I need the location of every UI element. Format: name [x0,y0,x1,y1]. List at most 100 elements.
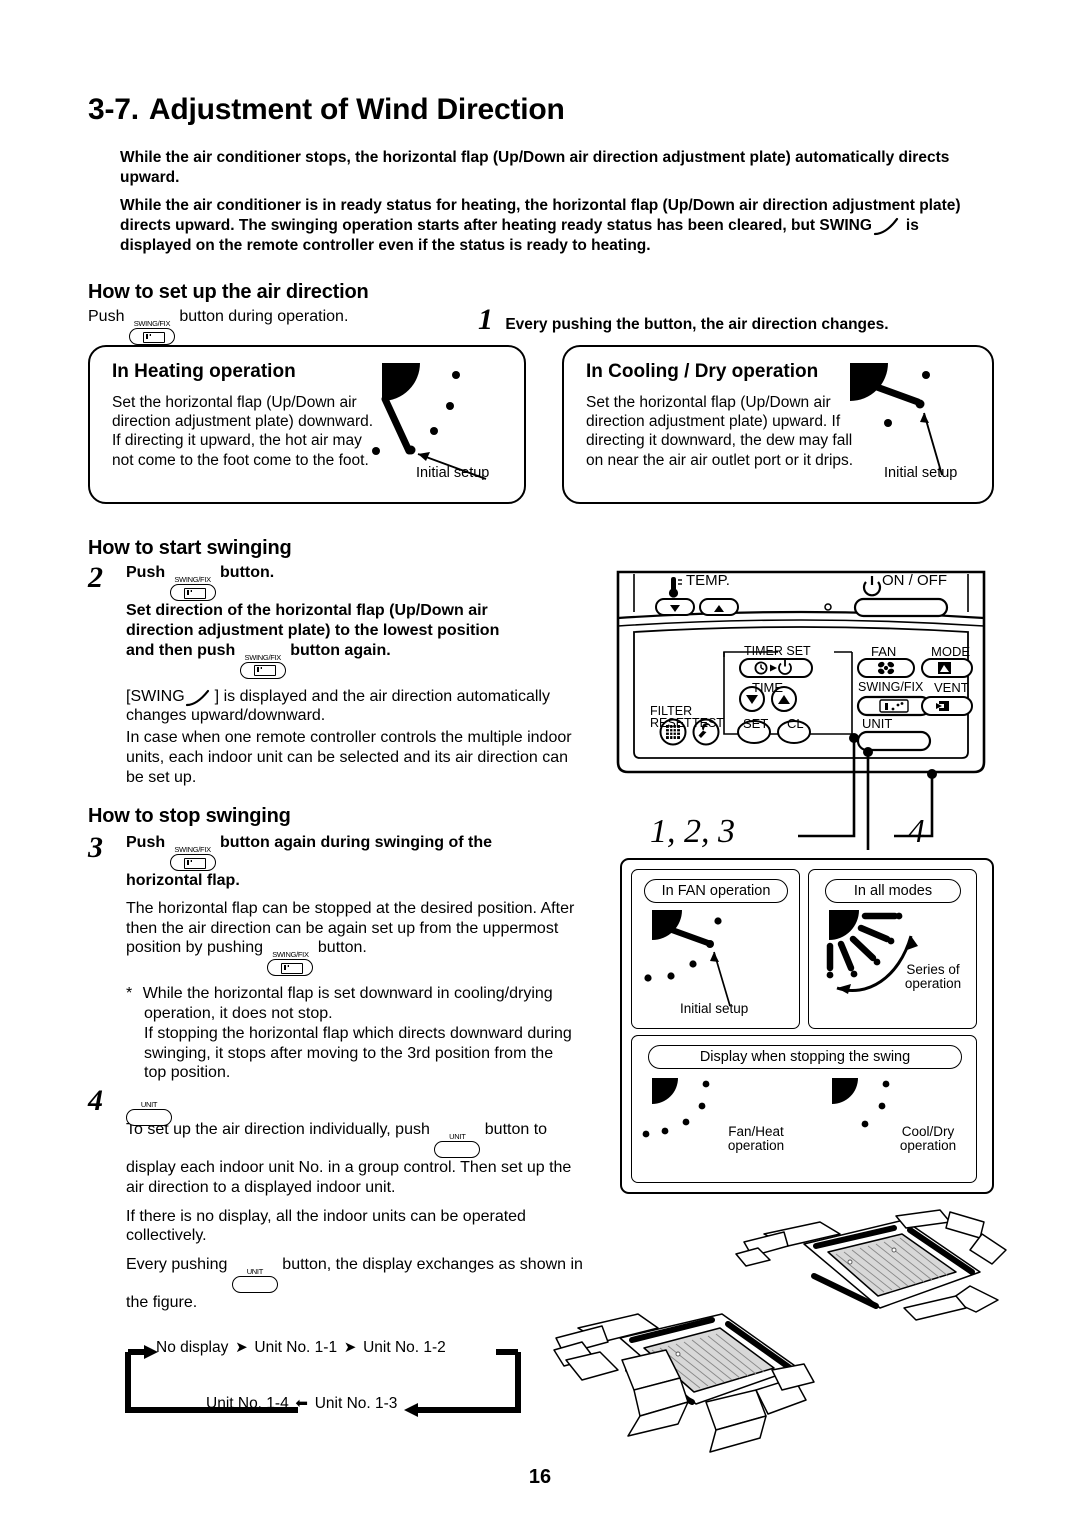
stop-swing-display-title: Display when stopping the swing [648,1045,962,1069]
step-2-line-1: Push SWING/FIX button. [126,563,588,601]
unit-button-pill [434,1141,481,1158]
series-of-operation-line2: operation [904,976,962,991]
unit-cycle-item: Unit No. 1-1 [254,1339,338,1356]
step-3-note-marker: * [126,985,133,1003]
swing-fix-button-icon[interactable]: SWING/FIX [267,950,314,977]
page-title: 3-7. Adjustment of Wind Direction [88,93,988,127]
unit-button-caption: UNIT [140,1100,158,1109]
unit-button-icon[interactable]: UNIT [126,1101,172,1126]
heating-initial-setup-label: Initial setup [416,465,490,481]
step-3-paragraph-1: The horizontal flap can be stopped at th… [126,899,581,977]
cooling-box-body: Set the horizontal flap (Up/Down air dir… [586,394,854,469]
series-of-operation-line1: Series of [906,962,960,977]
step-2-line-3: direction adjustment plate) to the lowes… [126,621,500,639]
step-4-paragraph-2: If there is no display, all the indoor u… [126,1207,526,1245]
section-heading-start-swinging: How to start swinging [88,537,292,559]
step-3-line-2: horizontal flap. [126,872,240,889]
step-4-paragraph-1: To set up the air direction individually… [126,1120,581,1198]
leader-label-4: 4 [908,813,925,850]
intro-paragraph-2: While the air conditioner is in ready st… [120,196,980,256]
step-4-paragraph-3: Every pushing UNIT button, the display e… [126,1255,586,1313]
cooling-initial-setup-label: Initial setup [884,465,958,481]
step-3-push-after: button again during swinging of the [220,834,492,851]
swing-arc-icon [872,217,906,236]
step-3-block: 3 Push SWING/FIX button again during swi… [88,831,588,1083]
fan-heat-label-line1: Fan/Heat [728,1124,784,1139]
fan-heat-label-line2: operation [727,1138,785,1153]
intro-paragraph-1: While the air conditioner stops, the hor… [120,149,950,187]
step-1-number: 1 [478,303,493,336]
unit-button-icon[interactable]: UNIT [434,1133,481,1158]
remote-onoff-label: ON / OFF [882,572,947,589]
swing-fix-button-caption: SWING/FIX [244,652,282,662]
stop-swing-display-figure: Display when stopping the swing Fan/Heat… [631,1035,977,1183]
unit-cycle-item: No display [156,1339,229,1356]
swing-fix-button-pill [128,328,175,345]
step-2-block: 2 Push SWING/FIX button. Set direction o… [88,561,588,787]
intro-paragraph-2-before: While the air conditioner is in ready st… [120,197,961,235]
leader-label-123: 1, 2, 3 [650,813,735,850]
page-number: 16 [528,1466,552,1488]
page-title-number: 3-7. [88,93,139,126]
fan-operation-title: In FAN operation [644,879,788,903]
swing-fix-button-icon[interactable]: SWING/FIX [128,319,175,345]
cooling-box-title: In Cooling / Dry operation [586,361,819,382]
step-4-unit-button-row: UNIT [126,1088,588,1126]
heating-operation-box: In Heating operation Set the horizontal … [88,345,526,504]
setup-push-after: button during operation. [179,308,349,325]
step-2-push-before: Push [126,564,166,581]
swing-fix-button-caption: SWING/FIX [272,950,309,960]
step-3-number: 3 [88,831,103,864]
step-3-para-after: button. [317,939,367,957]
step-1-instruction: 1 Every pushing the button, the air dire… [478,305,998,335]
swing-fix-button-pill [169,584,216,601]
step-3-note-2: If stopping the horizontal flap which di… [144,1024,572,1082]
cool-dry-label-line2: operation [899,1138,957,1153]
fan-initial-setup-label: Initial setup [680,1001,749,1016]
remote-fan-label: FAN [871,644,897,659]
step-4-para3-before: Every pushing [126,1256,228,1273]
step-2-push2-before: and then push [126,641,236,659]
setup-push-before: Push [88,308,125,325]
heating-box-title: In Heating operation [112,361,296,382]
unit-cycle-item: Unit No. 1-4 [206,1395,289,1412]
ceiling-cassette-illustration [548,1209,1007,1453]
all-modes-figure: In all modes Series of operation [808,869,977,1029]
swing-fix-button-pill [169,854,216,871]
step-3-note-1: * While the horizontal flap is set downw… [126,984,594,1024]
unit-button-icon[interactable]: UNIT [231,1267,278,1293]
step-4-number: 4 [88,1084,103,1117]
page-title-text: Adjustment of Wind Direction [148,93,565,126]
swing-fix-button-caption: SWING/FIX [174,575,211,584]
unit-cycle-top-row: No display ➤ Unit No. 1-1 ➤ Unit No. 1-2 [156,1338,446,1357]
swing-fix-button-icon[interactable]: SWING/FIX [169,845,216,871]
unit-button-pill [126,1109,172,1126]
step-3-line-1: Push SWING/FIX button again during swing… [126,833,588,871]
step-2-push2-after: button again. [290,641,391,659]
swing-fix-button-caption: SWING/FIX [174,845,211,854]
step-2-line-4: and then push SWING/FIX button again. [126,641,588,679]
fan-heat-flap-diagram [642,1074,792,1170]
swing-fix-button-pill [239,661,286,679]
fan-operation-figure: In FAN operation Initial setup [631,869,800,1029]
arrow-right-icon: ➤ [235,1339,248,1356]
cool-dry-label-line1: Cool/Dry [901,1124,955,1139]
step-2-line-2: Set direction of the horizontal flap (Up… [126,602,488,619]
cooling-dry-operation-box: In Cooling / Dry operation Set the horiz… [562,345,994,504]
heating-box-body: Set the horizontal flap (Up/Down air dir… [112,394,374,469]
arrow-left-icon: ⬅ [295,1395,308,1412]
arrow-right-icon: ➤ [343,1339,357,1356]
unit-button-caption: UNIT [246,1267,264,1276]
step-3-note-1-text: While the horizontal flap is set downwar… [142,985,553,1022]
figures-outer-box: In FAN operation Initial setup In all mo… [620,858,994,1194]
section-heading-stop-swinging: How to stop swinging [88,805,291,827]
swing-fix-button-caption: SWING/FIX [133,319,171,328]
swing-fix-button-pill [267,959,314,977]
step-2-swing-before: [SWING [126,687,185,705]
unit-cycle-item: Unit No. 1-2 [363,1339,446,1356]
step-1-text: Every pushing the button, the air direct… [505,316,889,333]
swing-fix-button-icon[interactable]: SWING/FIX [239,652,286,679]
swing-fix-button-icon[interactable]: SWING/FIX [169,575,216,601]
remote-timer-set-label: TIMER SET [744,644,811,658]
unit-cycle-bottom-row: Unit No. 1-4 ⬅ Unit No. 1-3 [206,1394,397,1413]
